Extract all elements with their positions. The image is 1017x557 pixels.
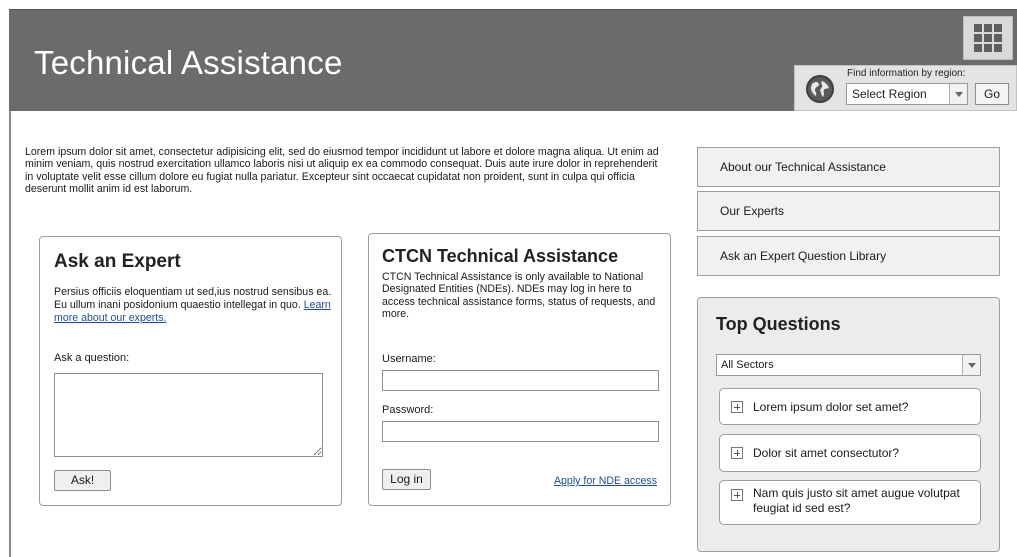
page-title: Technical Assistance xyxy=(34,44,343,81)
page-header: Technical Assistance Find information by… xyxy=(9,9,1017,111)
ctcn-login-panel: CTCN Technical Assistance CTCN Technical… xyxy=(368,233,671,506)
ask-question-input[interactable] xyxy=(54,373,323,457)
region-select[interactable]: Select Region xyxy=(846,83,968,105)
question-item[interactable]: Lorem ipsum dolor set amet? xyxy=(719,388,981,425)
chevron-down-icon xyxy=(949,84,967,104)
sector-select-value: All Sectors xyxy=(721,359,774,371)
ask-expert-title: Ask an Expert xyxy=(54,251,181,272)
ask-button[interactable]: Ask! xyxy=(54,470,111,491)
globe-icon xyxy=(806,75,834,103)
nav-about-technical-assistance[interactable]: About our Technical Assistance xyxy=(697,147,1000,187)
apply-nde-access-link[interactable]: Apply for NDE access xyxy=(554,475,657,487)
region-select-value: Select Region xyxy=(852,87,927,101)
ask-question-label: Ask a question: xyxy=(54,352,130,364)
top-questions-title: Top Questions xyxy=(716,314,841,334)
ask-expert-description: Persius officiis eloquentiam ut sed,ius … xyxy=(54,286,334,325)
ctcn-title: CTCN Technical Assistance xyxy=(382,246,619,266)
chevron-down-icon xyxy=(962,355,980,375)
nav-our-experts[interactable]: Our Experts xyxy=(697,191,1000,231)
password-input[interactable] xyxy=(382,421,659,442)
plus-icon xyxy=(731,447,743,459)
grid-icon xyxy=(974,24,1002,52)
go-button[interactable]: Go xyxy=(975,83,1009,105)
apps-menu-button[interactable] xyxy=(963,16,1013,60)
question-text: Nam quis justo sit amet augue volutpat f… xyxy=(753,486,960,515)
username-input[interactable] xyxy=(382,370,659,391)
login-button[interactable]: Log in xyxy=(382,469,431,490)
region-label: Find information by region: xyxy=(847,68,966,79)
plus-icon xyxy=(731,489,743,501)
top-questions-panel: Top Questions All Sectors Lorem ipsum do… xyxy=(697,297,1000,552)
question-text: Dolor sit amet consectutor? xyxy=(753,446,900,460)
question-item[interactable]: Dolor sit amet consectutor? xyxy=(719,434,981,472)
ask-expert-panel: Ask an Expert Persius officiis eloquenti… xyxy=(39,236,342,506)
username-label: Username: xyxy=(382,353,436,365)
ctcn-description: CTCN Technical Assistance is only availa… xyxy=(382,271,656,321)
question-item[interactable]: Nam quis justo sit amet augue volutpat f… xyxy=(719,480,981,525)
ask-expert-description-text: Persius officiis eloquentiam ut sed,ius … xyxy=(54,286,332,311)
sector-select[interactable]: All Sectors xyxy=(716,354,981,376)
question-text: Lorem ipsum dolor set amet? xyxy=(753,400,909,414)
region-finder: Find information by region: Select Regio… xyxy=(794,65,1017,111)
plus-icon xyxy=(731,401,743,413)
nav-question-library[interactable]: Ask an Expert Question Library xyxy=(697,236,1000,276)
password-label: Password: xyxy=(382,404,434,416)
intro-text: Lorem ipsum dolor sit amet, consectetur … xyxy=(25,146,659,195)
